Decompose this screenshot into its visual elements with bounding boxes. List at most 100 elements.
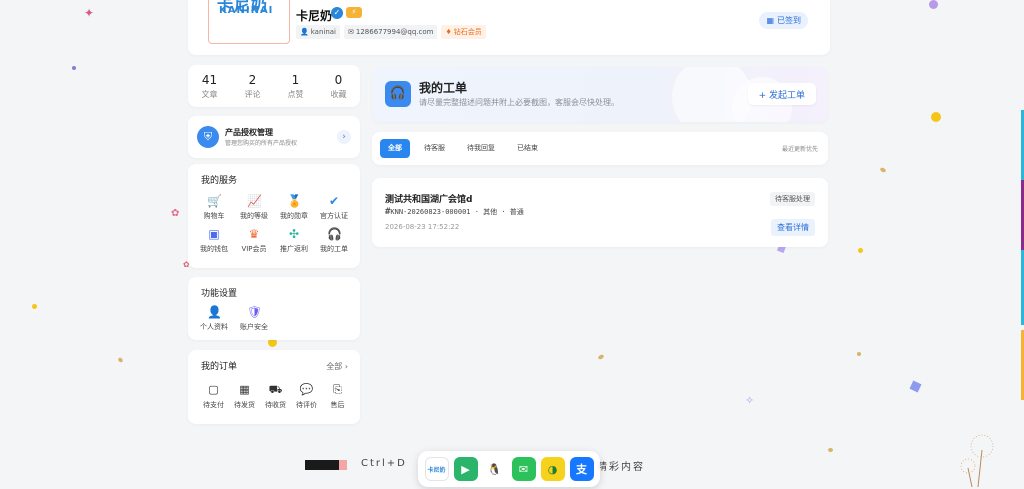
setting-item-0[interactable]: 👤 个人资料 bbox=[194, 305, 234, 332]
chevron-right-icon[interactable]: › bbox=[337, 130, 351, 144]
order-item-label: 待收货 bbox=[265, 401, 286, 409]
email-chip: ✉ 1286677994@qq.com bbox=[344, 25, 438, 39]
order-item-icon: ⛟ bbox=[268, 383, 283, 396]
confetti-square bbox=[909, 380, 922, 393]
level-icon: ⚡ bbox=[346, 7, 362, 18]
settings-grid: 👤 个人资料 🛡 账户安全 bbox=[194, 305, 274, 332]
email-text: 1286677994@qq.com bbox=[355, 28, 434, 36]
service-item-label: 我的工单 bbox=[320, 245, 348, 253]
orders-all-link[interactable]: 全部 › bbox=[326, 361, 348, 372]
confetti-star: ✧ bbox=[745, 394, 755, 407]
qq-icon[interactable]: 🐧 bbox=[482, 457, 507, 481]
service-item-icon: ✣ bbox=[288, 227, 300, 241]
setting-item-label: 账户安全 bbox=[240, 323, 268, 331]
vip-text: 钻石会员 bbox=[453, 28, 482, 36]
settings-card: 功能设置 👤 个人资料 🛡 账户安全 bbox=[188, 277, 360, 340]
view-detail-button[interactable]: 查看详情 bbox=[771, 219, 815, 236]
profile-card: 卡尼奶 KANINAI 卡尼奶 ✓ ⚡ 👤 kaninai ✉ 1286677994… bbox=[188, 0, 830, 55]
services-grid: 🛒 购物车 📈 我的等级 🏅 我的勋章 ✔ 官方认证 ▣ 我的钱包 ♛ VIP会员 ✣ 推广返利 🎧 我的工单 bbox=[194, 194, 354, 254]
filter-tab-1[interactable]: 待客服 bbox=[416, 139, 453, 158]
product-auth-card[interactable]: ⛨ 产品授权管理 管理您购买的所有产品授权 › bbox=[188, 116, 360, 158]
signed-in-button[interactable]: ▦ 已签到 bbox=[759, 12, 808, 29]
stats-card: 41 文章 2 评论 1 点赞 0 收藏 bbox=[188, 65, 360, 107]
new-ticket-button[interactable]: + 发起工单 bbox=[747, 83, 816, 105]
stat-likes[interactable]: 1 点赞 bbox=[288, 73, 304, 100]
service-item-2[interactable]: 🏅 我的勋章 bbox=[274, 194, 314, 221]
sort-label[interactable]: 最近更新优先 bbox=[782, 144, 818, 153]
confetti-star: ✦ bbox=[84, 6, 95, 20]
setting-item-icon: 👤 bbox=[207, 305, 222, 319]
service-item-6[interactable]: ✣ 推广返利 bbox=[274, 227, 314, 254]
service-item-label: 官方认证 bbox=[320, 212, 348, 220]
order-item-label: 待发货 bbox=[234, 401, 255, 409]
ticket-header-subtitle: 请尽量完整描述问题并附上必要截图，客服会尽快处理。 bbox=[419, 98, 619, 107]
filter-tabs: 全部 待客服 待我回复 已结束 bbox=[380, 139, 546, 158]
confetti-leaf bbox=[879, 166, 887, 174]
auth-title: 产品授权管理 bbox=[225, 128, 273, 137]
service-item-1[interactable]: 📈 我的等级 bbox=[234, 194, 274, 221]
avatar[interactable]: 卡尼奶 KANINAI bbox=[208, 0, 290, 44]
headset-icon: 🎧 bbox=[385, 81, 411, 107]
confetti-leaf bbox=[828, 448, 833, 452]
ticket-header-title: 我的工单 bbox=[419, 81, 468, 95]
dandelion-decoration bbox=[958, 432, 998, 488]
stat-favorites[interactable]: 0 收藏 bbox=[331, 73, 347, 100]
play-store-icon[interactable]: ▶ bbox=[453, 457, 478, 481]
order-item-1[interactable]: ▦ 待发货 bbox=[229, 383, 260, 410]
stat-comments[interactable]: 2 评论 bbox=[245, 73, 261, 100]
service-item-3[interactable]: ✔ 官方认证 bbox=[314, 194, 354, 221]
order-item-4[interactable]: ⎘ 售后 bbox=[322, 383, 353, 410]
service-item-label: 我的勋章 bbox=[280, 212, 308, 220]
confetti-dot bbox=[32, 304, 37, 309]
filter-tab-3[interactable]: 已结束 bbox=[509, 139, 546, 158]
confetti-leaf bbox=[857, 352, 861, 356]
order-item-3[interactable]: 💬 待评价 bbox=[291, 383, 322, 410]
service-item-4[interactable]: ▣ 我的钱包 bbox=[194, 227, 234, 254]
setting-item-1[interactable]: 🛡 账户安全 bbox=[234, 305, 274, 332]
ticket-title: 测试共和国湖广会馆d bbox=[385, 195, 473, 205]
diamond-icon: ♦ bbox=[445, 28, 452, 36]
service-item-0[interactable]: 🛒 购物车 bbox=[194, 194, 234, 221]
ticket-item[interactable]: 测试共和国湖广会馆d #KNN-20260823-000001 · 其他 · 普… bbox=[372, 178, 828, 247]
orders-grid: ▢ 待支付 ▦ 待发货 ⛟ 待收货 💬 待评价 ⎘ 售后 bbox=[198, 383, 353, 410]
confetti-leaf bbox=[117, 356, 124, 364]
alipay-icon[interactable]: 支 bbox=[569, 457, 594, 481]
signed-label: 已签到 bbox=[777, 16, 801, 25]
user-icon: 👤 bbox=[300, 28, 309, 36]
ticket-time: 2026-08-23 17:52:22 bbox=[385, 223, 460, 231]
auth-subtitle: 管理您购买的所有产品授权 bbox=[225, 140, 298, 147]
hint-graphic bbox=[305, 460, 347, 470]
confetti-dot bbox=[858, 248, 863, 253]
service-item-icon: 🏅 bbox=[287, 194, 302, 208]
stat-articles[interactable]: 41 文章 bbox=[202, 73, 218, 100]
filter-tab-0[interactable]: 全部 bbox=[380, 139, 410, 158]
service-item-label: 推广返利 bbox=[280, 245, 308, 253]
share-dock: 卡尼奶 ▶ 🐧 ✉ ◑ 支 bbox=[418, 451, 600, 487]
setting-item-label: 个人资料 bbox=[200, 323, 228, 331]
hint-text: 精彩内容 bbox=[597, 462, 645, 473]
service-item-icon: 🎧 bbox=[327, 227, 342, 241]
order-item-2[interactable]: ⛟ 待收货 bbox=[260, 383, 291, 410]
filter-tab-2[interactable]: 待我回复 bbox=[459, 139, 503, 158]
stat-label: 点赞 bbox=[287, 89, 304, 99]
hint-shortcut: Ctrl+D bbox=[361, 458, 407, 469]
moments-icon[interactable]: ◑ bbox=[540, 457, 565, 481]
service-item-5[interactable]: ♛ VIP会员 bbox=[234, 227, 274, 254]
logo-icon[interactable]: 卡尼奶 bbox=[424, 457, 449, 481]
ticket-number: #KNN-20260823-000001 · 其他 · 普通 bbox=[385, 207, 524, 217]
orders-title: 我的订单 bbox=[201, 362, 238, 372]
calendar-icon: ▦ bbox=[766, 16, 774, 25]
wechat-icon[interactable]: ✉ bbox=[511, 457, 536, 481]
service-item-icon: ▣ bbox=[208, 227, 220, 241]
service-item-icon: ♛ bbox=[248, 227, 260, 241]
settings-title: 功能设置 bbox=[201, 289, 238, 299]
vip-chip: ♦ 钻石会员 bbox=[441, 25, 486, 39]
order-item-icon: 💬 bbox=[299, 383, 314, 396]
order-item-0[interactable]: ▢ 待支付 bbox=[198, 383, 229, 410]
service-item-7[interactable]: 🎧 我的工单 bbox=[314, 227, 354, 254]
stat-value: 2 bbox=[248, 72, 257, 87]
service-item-icon: ✔ bbox=[328, 194, 340, 208]
mail-icon: ✉ bbox=[348, 28, 354, 36]
service-item-label: VIP会员 bbox=[241, 245, 267, 253]
ticket-filter-bar: 全部 待客服 待我回复 已结束 最近更新优先 bbox=[372, 132, 828, 165]
